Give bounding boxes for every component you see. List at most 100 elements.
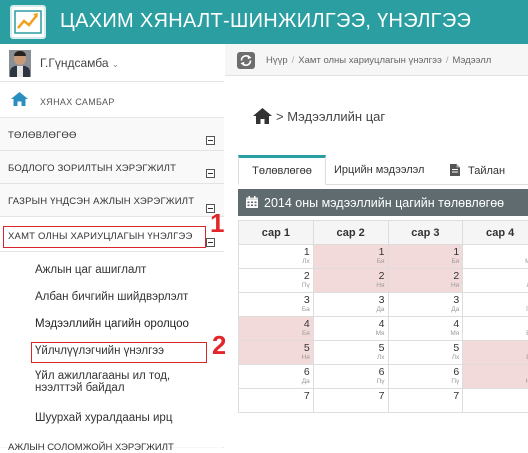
month-header: сар 1 (239, 221, 314, 245)
calendar-day-cell[interactable]: 7 (239, 389, 314, 413)
day-number: 1 (389, 246, 460, 258)
refresh-icon[interactable] (237, 52, 255, 69)
annotation-box-2 (31, 342, 207, 363)
submenu-item-transparency[interactable]: Үйл ажиллагааны ил тод, нээлттэй байдал (35, 370, 170, 394)
calendar-day-cell[interactable]: 2Лх (463, 269, 528, 293)
weekday-label: Лх (314, 354, 385, 362)
tab-attendance[interactable]: Ирцийн мэдээлэл (334, 155, 434, 185)
day-number: 3 (463, 294, 528, 306)
day-number: 3 (314, 294, 385, 306)
sidebar-item-core-work[interactable]: ГАЗРЫН ҮНДСЭН АЖЛЫН ХЭРЭГЖИЛТ (0, 184, 224, 217)
sidebar-item-plan[interactable]: ТӨЛӨВЛӨГӨӨ (0, 118, 224, 151)
calendar-day-cell[interactable]: 7 (463, 389, 528, 413)
calendar-day-cell[interactable]: 7 (388, 389, 463, 413)
weekday-label: Ня (389, 282, 460, 290)
home-icon (11, 92, 28, 106)
day-number: 6 (389, 366, 460, 378)
calendar-day-cell[interactable]: 6Пү (388, 365, 463, 389)
calendar-day-cell[interactable]: 5Лх (313, 341, 388, 365)
calendar-day-cell[interactable]: 1Мя (463, 245, 528, 269)
calendar-day-cell[interactable]: 2Ня (388, 269, 463, 293)
breadcrumb: Нүүр/Хамт олны хариуцлагын үнэлгээ/Мэдээ… (266, 55, 491, 66)
submenu-item-label: Үйл ажиллагааны ил тод, (35, 370, 170, 382)
document-icon (450, 164, 460, 176)
day-number: 1 (239, 246, 310, 258)
calendar-day-cell[interactable]: 5Лх (388, 341, 463, 365)
submenu-item-documents[interactable]: Албан бичгийн шийдвэрлэлт (35, 291, 188, 303)
submenu-item-work-time[interactable]: Ажлын цаг ашиглалт (35, 264, 146, 276)
calendar-day-cell[interactable]: 4Мя (313, 317, 388, 341)
tab-report[interactable]: Тайлан (450, 155, 528, 185)
calendar-day-cell[interactable]: 7 (313, 389, 388, 413)
avatar (9, 50, 31, 77)
panel-header: 2014 оны мэдээллийн цагийн төлөвлөгөө (238, 189, 528, 216)
weekday-label: Лх (239, 258, 310, 266)
calendar-row: 2Пү2Ня2Ня2Лх (239, 269, 528, 293)
panel-title: 2014 оны мэдээллийн цагийн төлөвлөгөө (264, 196, 504, 210)
collapse-toggle-icon[interactable] (206, 169, 215, 178)
day-number: 7 (314, 390, 385, 402)
calendar-day-cell[interactable]: 1Бя (313, 245, 388, 269)
breadcrumb-bar: Нүүр/Хамт олны хариуцлагын үнэлгээ/Мэдээ… (225, 44, 528, 76)
weekday-label: Бя (389, 258, 460, 266)
day-number: 7 (239, 390, 310, 402)
calendar-row: 6Да6Пү6Пү6Ня (239, 365, 528, 389)
home-icon (253, 108, 272, 124)
calendar-day-cell[interactable]: 5Ня (239, 341, 314, 365)
user-name-dropdown[interactable]: Г.Гүндсамба⌄ (40, 56, 119, 70)
sidebar-item-dashboard[interactable]: ХЯНАХ САМБАР (0, 82, 224, 118)
month-header: сар 3 (388, 221, 463, 245)
weekday-label: Ба (239, 306, 310, 314)
weekday-label: Ня (314, 282, 385, 290)
collapse-toggle-icon[interactable] (206, 136, 215, 145)
calendar-day-cell[interactable]: 3Да (313, 293, 388, 317)
calendar-row: 3Ба3Да3Да3Пү (239, 293, 528, 317)
calendar-day-cell[interactable]: 3Да (388, 293, 463, 317)
day-number: 5 (463, 342, 528, 354)
calendar-day-cell[interactable]: 6Ня (463, 365, 528, 389)
weekday-label: Ба (463, 330, 528, 338)
calendar-day-cell[interactable]: 6Пү (313, 365, 388, 389)
calendar-day-cell[interactable]: 2Ня (313, 269, 388, 293)
submenu-item-info-hour[interactable]: Мэдээллийн цагийн оролцоо (35, 318, 189, 330)
weekday-label: Мя (389, 330, 460, 338)
submenu-item-meeting-attendance[interactable]: Шуурхай хуралдааны ирц (35, 412, 172, 424)
calendar-day-cell[interactable]: 1Лх (239, 245, 314, 269)
sidebar-item-policy[interactable]: БОДЛОГО ЗОРИЛТЫН ХЭРЭГЖИЛТ (0, 151, 224, 184)
day-number: 3 (239, 294, 310, 306)
collapse-toggle-icon[interactable] (206, 238, 215, 247)
calendar-day-cell[interactable]: 1Бя (388, 245, 463, 269)
tab-bar: Төлөвлөгөө Ирцийн мэдээлэл Тайлан (238, 155, 528, 185)
sidebar-item-label: ГАЗРЫН ҮНДСЭН АЖЛЫН ХЭРЭГЖИЛТ (8, 196, 194, 207)
calendar-day-cell[interactable]: 2Пү (239, 269, 314, 293)
calendar-header-row: сар 1 сар 2 сар 3 сар 4 (239, 221, 528, 245)
sidebar-item-label: ХЯНАХ САМБАР (40, 97, 115, 107)
user-menu[interactable]: Г.Гүндсамба⌄ (0, 44, 224, 82)
day-number: 4 (389, 318, 460, 330)
weekday-label: Ня (463, 378, 528, 386)
month-header: сар 2 (313, 221, 388, 245)
calendar-day-cell[interactable]: 4Ба (463, 317, 528, 341)
day-number: 3 (389, 294, 460, 306)
weekday-label: Ня (239, 354, 310, 362)
weekday-label: Бя (239, 330, 310, 338)
day-number: 2 (389, 270, 460, 282)
calendar-day-cell[interactable]: 4Мя (388, 317, 463, 341)
sidebar-item-label: ТӨЛӨВЛӨГӨӨ (8, 130, 77, 141)
weekday-label: Пү (389, 378, 460, 386)
weekday-label: Да (239, 378, 310, 386)
breadcrumb-team-assessment[interactable]: Хамт олны хариуцлагын үнэлгээ (298, 55, 442, 66)
chart-trend-icon[interactable] (10, 5, 46, 39)
tab-plan[interactable]: Төлөвлөгөө (238, 155, 326, 185)
weekday-label: Пү (239, 282, 310, 290)
calendar-day-cell[interactable]: 5Бя (463, 341, 528, 365)
sidebar: Г.Гүндсамба⌄ ХЯНАХ САМБАР ТӨЛӨВЛӨГӨӨ БОД… (0, 44, 224, 448)
calendar-day-cell[interactable]: 3Ба (239, 293, 314, 317)
calendar-grid: сар 1 сар 2 сар 3 сар 4 1Лх1Бя1Бя1Мя2Пү2… (238, 220, 528, 448)
weekday-label: Да (314, 306, 385, 314)
calendar-day-cell[interactable]: 3Пү (463, 293, 528, 317)
app-title: ЦАХИМ ХЯНАЛТ-ШИНЖИЛГЭЭ, ҮНЭЛГЭЭ (60, 10, 471, 33)
calendar-day-cell[interactable]: 6Да (239, 365, 314, 389)
breadcrumb-home[interactable]: Нүүр (266, 55, 288, 66)
calendar-day-cell[interactable]: 4Бя (239, 317, 314, 341)
